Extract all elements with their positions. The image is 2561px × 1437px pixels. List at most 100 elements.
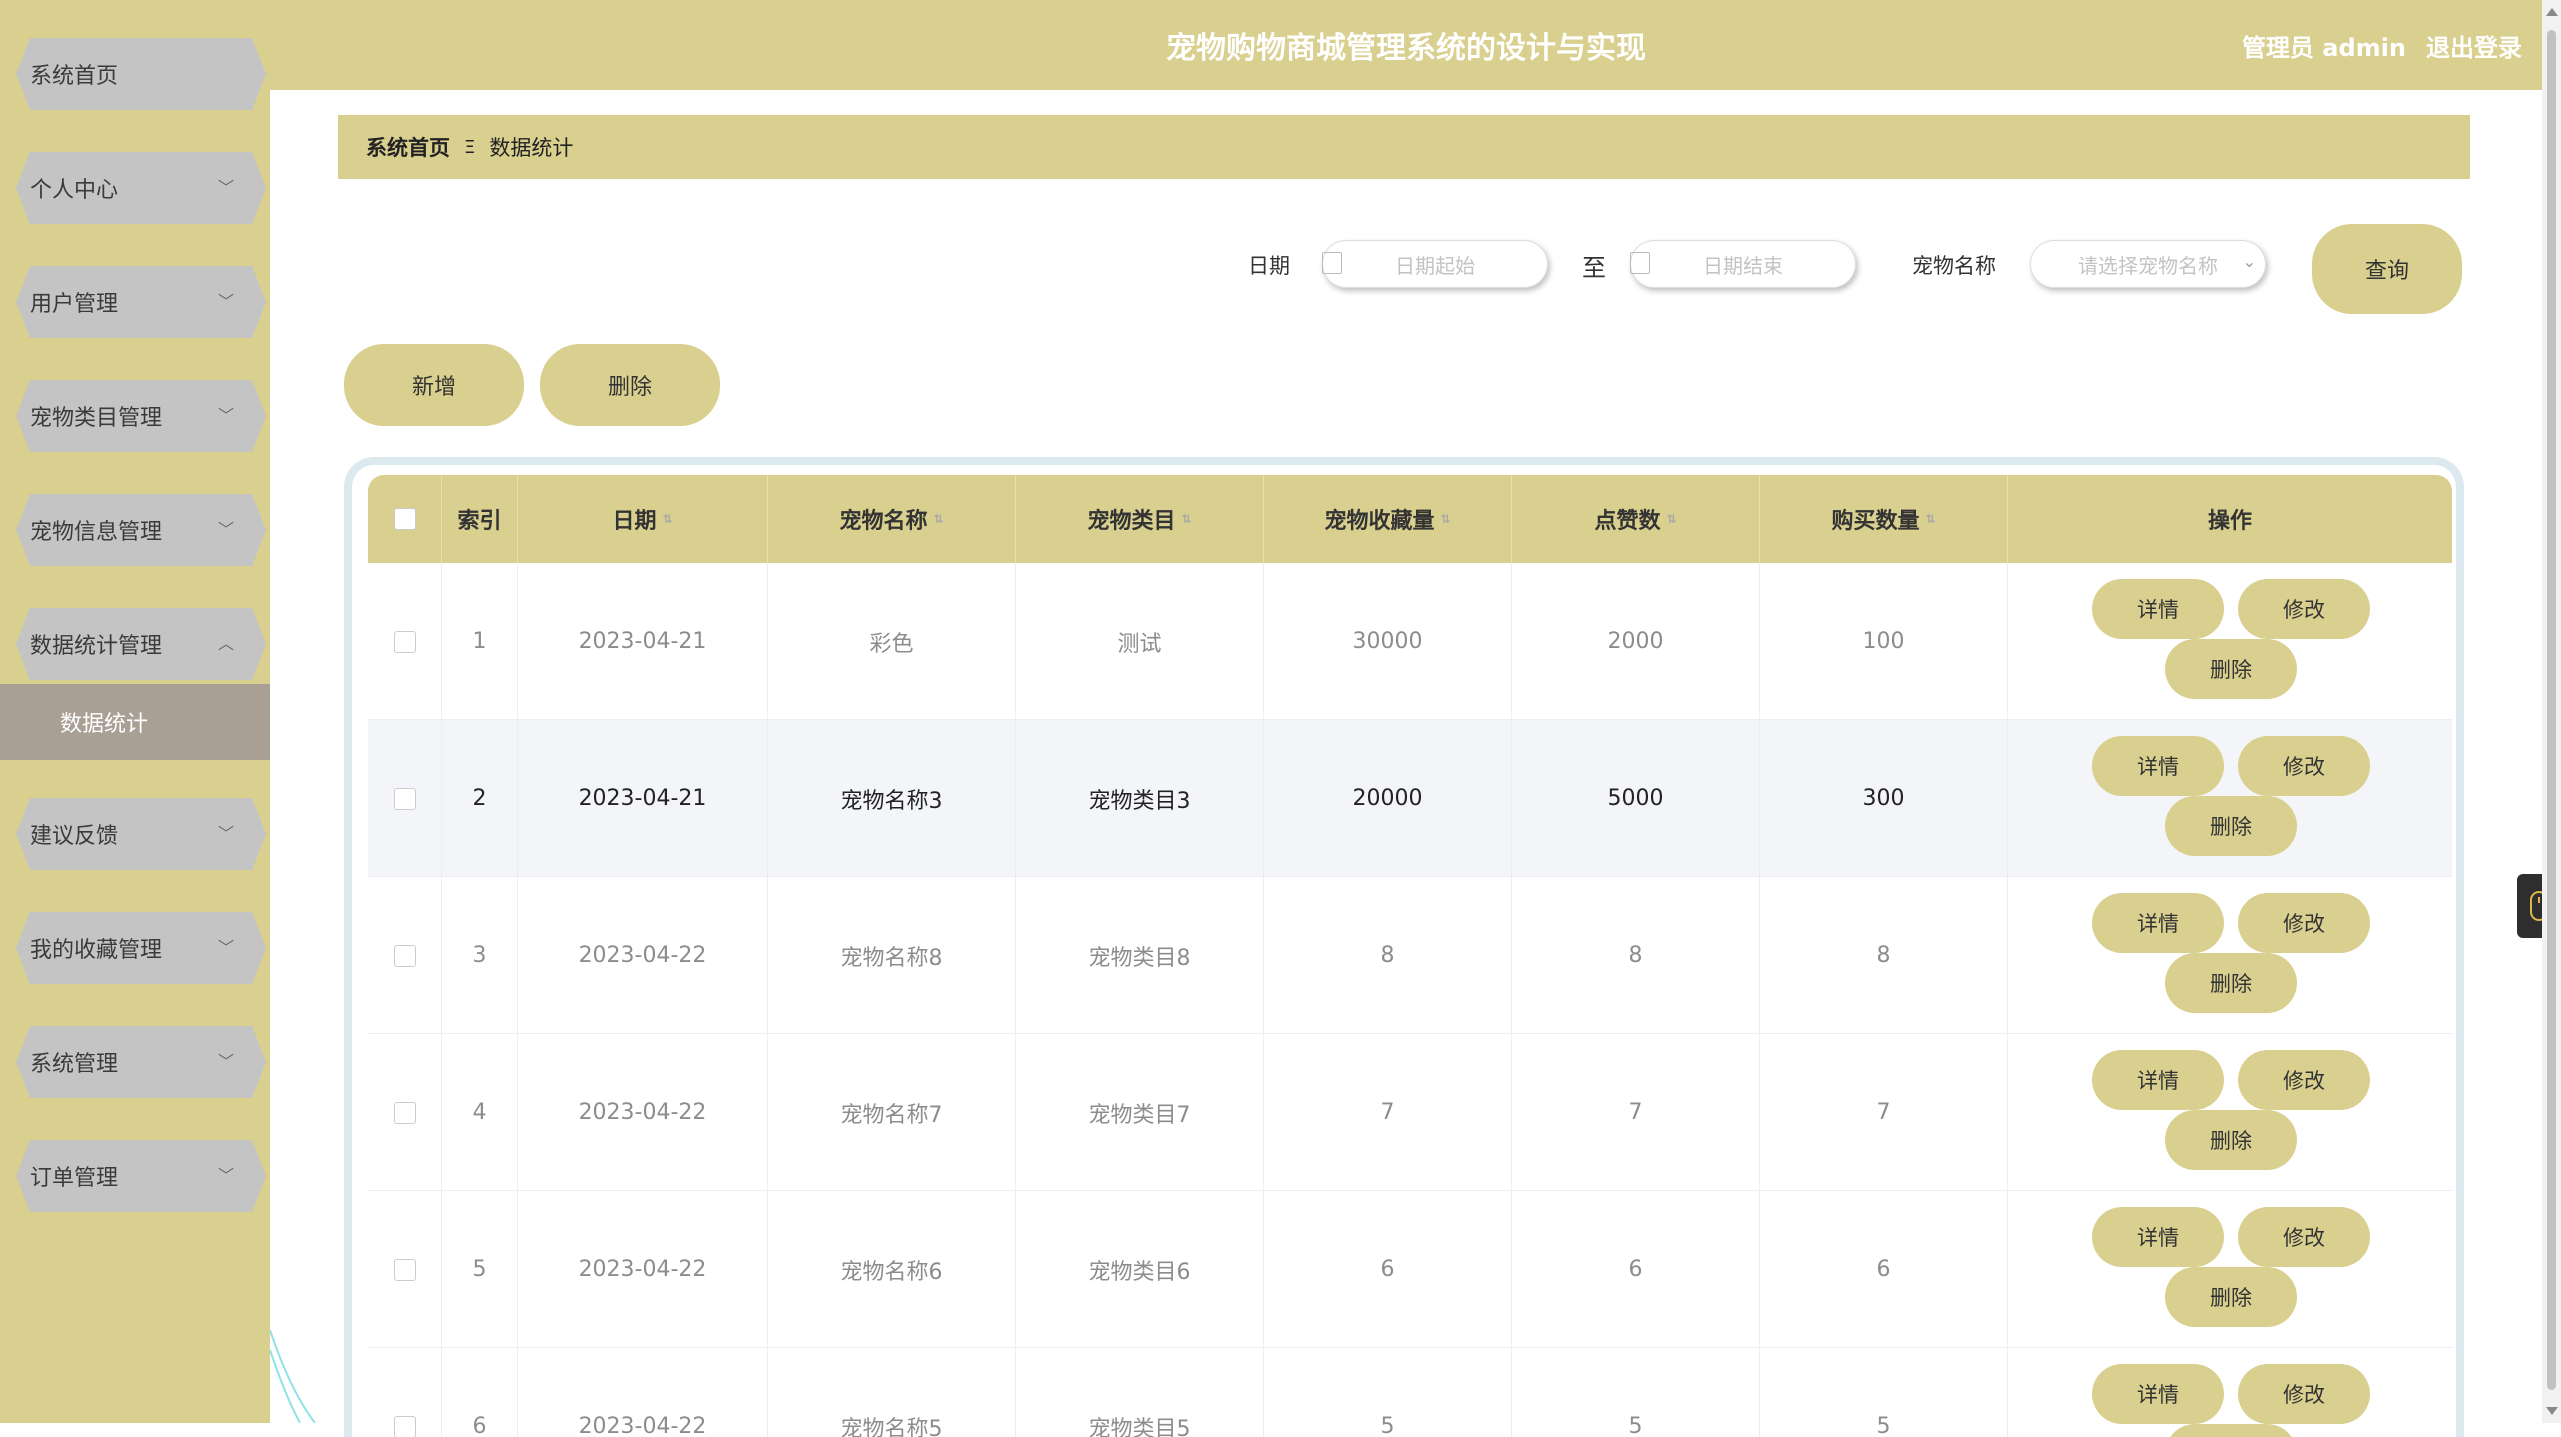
to-label: 至 xyxy=(1582,248,1606,283)
sidebar-item-feedback[interactable]: 建议反馈 ﹀ xyxy=(16,798,266,870)
query-button[interactable]: 查询 xyxy=(2312,224,2462,314)
detail-button[interactable]: 详情 xyxy=(2092,893,2224,953)
cell-index: 5 xyxy=(442,1191,518,1348)
cell-pet-name: 宠物名称3 xyxy=(768,720,1016,877)
delete-button[interactable]: 删除 xyxy=(2165,1267,2297,1327)
edit-button[interactable]: 修改 xyxy=(2238,1207,2370,1267)
row-checkbox[interactable] xyxy=(394,631,416,653)
detail-button[interactable]: 详情 xyxy=(2092,579,2224,639)
edit-button[interactable]: 修改 xyxy=(2238,579,2370,639)
sidebar-item-favorites[interactable]: 我的收藏管理 ﹀ xyxy=(16,912,266,984)
delete-button[interactable]: 删除 xyxy=(2165,1110,2297,1170)
edit-button[interactable]: 修改 xyxy=(2238,893,2370,953)
sidebar-item-home[interactable]: 系统首页 xyxy=(16,38,266,110)
detail-button[interactable]: 详情 xyxy=(2092,736,2224,796)
sidebar-item-pet-info[interactable]: 宠物信息管理 ﹀ xyxy=(16,494,266,566)
vertical-scrollbar[interactable] xyxy=(2542,0,2561,1423)
cell-favorites: 8 xyxy=(1264,877,1512,1034)
row-checkbox[interactable] xyxy=(394,788,416,810)
scroll-down-arrow-icon[interactable] xyxy=(2546,1407,2558,1415)
edit-button[interactable]: 修改 xyxy=(2238,1364,2370,1424)
cell-index: 1 xyxy=(442,563,518,720)
row-checkbox[interactable] xyxy=(394,1259,416,1281)
table-row[interactable]: 62023-04-22宠物名称5宠物类目5555详情修改删除 xyxy=(368,1348,2452,1437)
cell-favorites: 30000 xyxy=(1264,563,1512,720)
cell-operations: 详情修改删除 xyxy=(2008,1034,2452,1191)
detail-button[interactable]: 详情 xyxy=(2092,1050,2224,1110)
date-start-input[interactable]: 日期起始 xyxy=(1322,240,1548,288)
pet-name-placeholder: 请选择宠物名称 xyxy=(2078,250,2218,279)
sidebar-item-statistics[interactable]: 数据统计管理 ︿ xyxy=(16,608,266,680)
col-header-pet-name[interactable]: 宠物名称⇅ xyxy=(768,475,1016,563)
col-header-purchases[interactable]: 购买数量⇅ xyxy=(1760,475,2008,563)
cell-pet-name: 宠物名称7 xyxy=(768,1034,1016,1191)
sort-icon[interactable]: ⇅ xyxy=(1440,512,1450,526)
page-title: 宠物购物商城管理系统的设计与实现 xyxy=(270,0,2542,90)
col-header-label: 索引 xyxy=(457,503,501,535)
col-header-label: 宠物收藏量 xyxy=(1324,503,1434,535)
sort-icon[interactable]: ⇅ xyxy=(662,512,672,526)
table-body: 12023-04-21彩色测试300002000100详情修改删除22023-0… xyxy=(368,563,2452,1437)
cell-likes: 5000 xyxy=(1512,720,1760,877)
cell-purchases: 6 xyxy=(1760,1191,2008,1348)
sidebar-item-label: 我的收藏管理 xyxy=(30,932,162,964)
delete-button[interactable]: 删除 xyxy=(2165,639,2297,699)
table-row[interactable]: 12023-04-21彩色测试300002000100详情修改删除 xyxy=(368,563,2452,720)
row-select-cell xyxy=(368,1034,442,1191)
col-header-label: 宠物类目 xyxy=(1087,503,1175,535)
date-end-placeholder: 日期结束 xyxy=(1703,250,1783,279)
cell-pet-category: 宠物类目3 xyxy=(1016,720,1264,877)
sidebar-item-pet-category[interactable]: 宠物类目管理 ﹀ xyxy=(16,380,266,452)
add-button[interactable]: 新增 xyxy=(344,344,524,426)
cell-index: 2 xyxy=(442,720,518,877)
col-header-pet-category[interactable]: 宠物类目 ⇅ xyxy=(1016,475,1264,563)
edit-button[interactable]: 修改 xyxy=(2238,736,2370,796)
row-checkbox[interactable] xyxy=(394,945,416,967)
cell-date: 2023-04-22 xyxy=(518,1348,768,1437)
delete-button[interactable]: 删除 xyxy=(2165,953,2297,1013)
cell-pet-name: 彩色 xyxy=(768,563,1016,720)
logout-link[interactable]: 退出登录 xyxy=(2426,28,2522,63)
detail-button[interactable]: 详情 xyxy=(2092,1207,2224,1267)
cell-pet-category: 宠物类目7 xyxy=(1016,1034,1264,1191)
sort-icon[interactable]: ⇅ xyxy=(1181,512,1191,526)
cell-date: 2023-04-22 xyxy=(518,1034,768,1191)
pet-name-select[interactable]: 请选择宠物名称 ⌄ xyxy=(2030,240,2266,288)
sort-icon[interactable]: ⇅ xyxy=(933,512,943,526)
col-header-likes[interactable]: 点赞数⇅ xyxy=(1512,475,1760,563)
row-select-cell xyxy=(368,877,442,1034)
header-user-area: 管理员 admin 退出登录 xyxy=(2242,0,2522,90)
row-checkbox[interactable] xyxy=(394,1102,416,1124)
table-row[interactable]: 42023-04-22宠物名称7宠物类目7777详情修改删除 xyxy=(368,1034,2452,1191)
pet-name-label: 宠物名称 xyxy=(1912,250,1996,280)
edit-button[interactable]: 修改 xyxy=(2238,1050,2370,1110)
sidebar-item-personal-center[interactable]: 个人中心 ﹀ xyxy=(16,152,266,224)
col-header-date[interactable]: 日期⇅ xyxy=(518,475,768,563)
breadcrumb-home[interactable]: 系统首页 xyxy=(366,132,450,162)
sort-icon[interactable]: ⇅ xyxy=(1925,512,1935,526)
scroll-up-arrow-icon[interactable] xyxy=(2546,8,2558,16)
row-select-cell xyxy=(368,563,442,720)
sidebar-item-label: 建议反馈 xyxy=(30,818,118,850)
col-header-favorites[interactable]: 宠物收藏量 ⇅ xyxy=(1264,475,1512,563)
date-end-input[interactable]: 日期结束 xyxy=(1630,240,1856,288)
delete-button[interactable]: 删除 xyxy=(2165,796,2297,856)
select-all-checkbox[interactable] xyxy=(394,508,416,530)
batch-delete-button[interactable]: 删除 xyxy=(540,344,720,426)
sidebar-item-system[interactable]: 系统管理 ﹀ xyxy=(16,1026,266,1098)
scrollbar-thumb[interactable] xyxy=(2547,30,2556,1390)
row-select-cell xyxy=(368,720,442,877)
sort-icon[interactable]: ⇅ xyxy=(1666,512,1676,526)
table-row[interactable]: 52023-04-22宠物名称6宠物类目6666详情修改删除 xyxy=(368,1191,2452,1348)
decorative-lines xyxy=(270,1330,330,1423)
table-row[interactable]: 22023-04-21宠物名称3宠物类目3200005000300详情修改删除 xyxy=(368,720,2452,877)
detail-button[interactable]: 详情 xyxy=(2092,1364,2224,1424)
cell-likes: 7 xyxy=(1512,1034,1760,1191)
delete-button[interactable]: 删除 xyxy=(2165,1424,2297,1437)
sidebar-subitem-statistics[interactable]: 数据统计 xyxy=(0,684,270,760)
sidebar-item-user-management[interactable]: 用户管理 ﹀ xyxy=(16,266,266,338)
row-checkbox[interactable] xyxy=(394,1416,416,1437)
table-row[interactable]: 32023-04-22宠物名称8宠物类目8888详情修改删除 xyxy=(368,877,2452,1034)
chevron-down-icon: ﹀ xyxy=(216,518,236,538)
sidebar-item-orders[interactable]: 订单管理 ﹀ xyxy=(16,1140,266,1212)
